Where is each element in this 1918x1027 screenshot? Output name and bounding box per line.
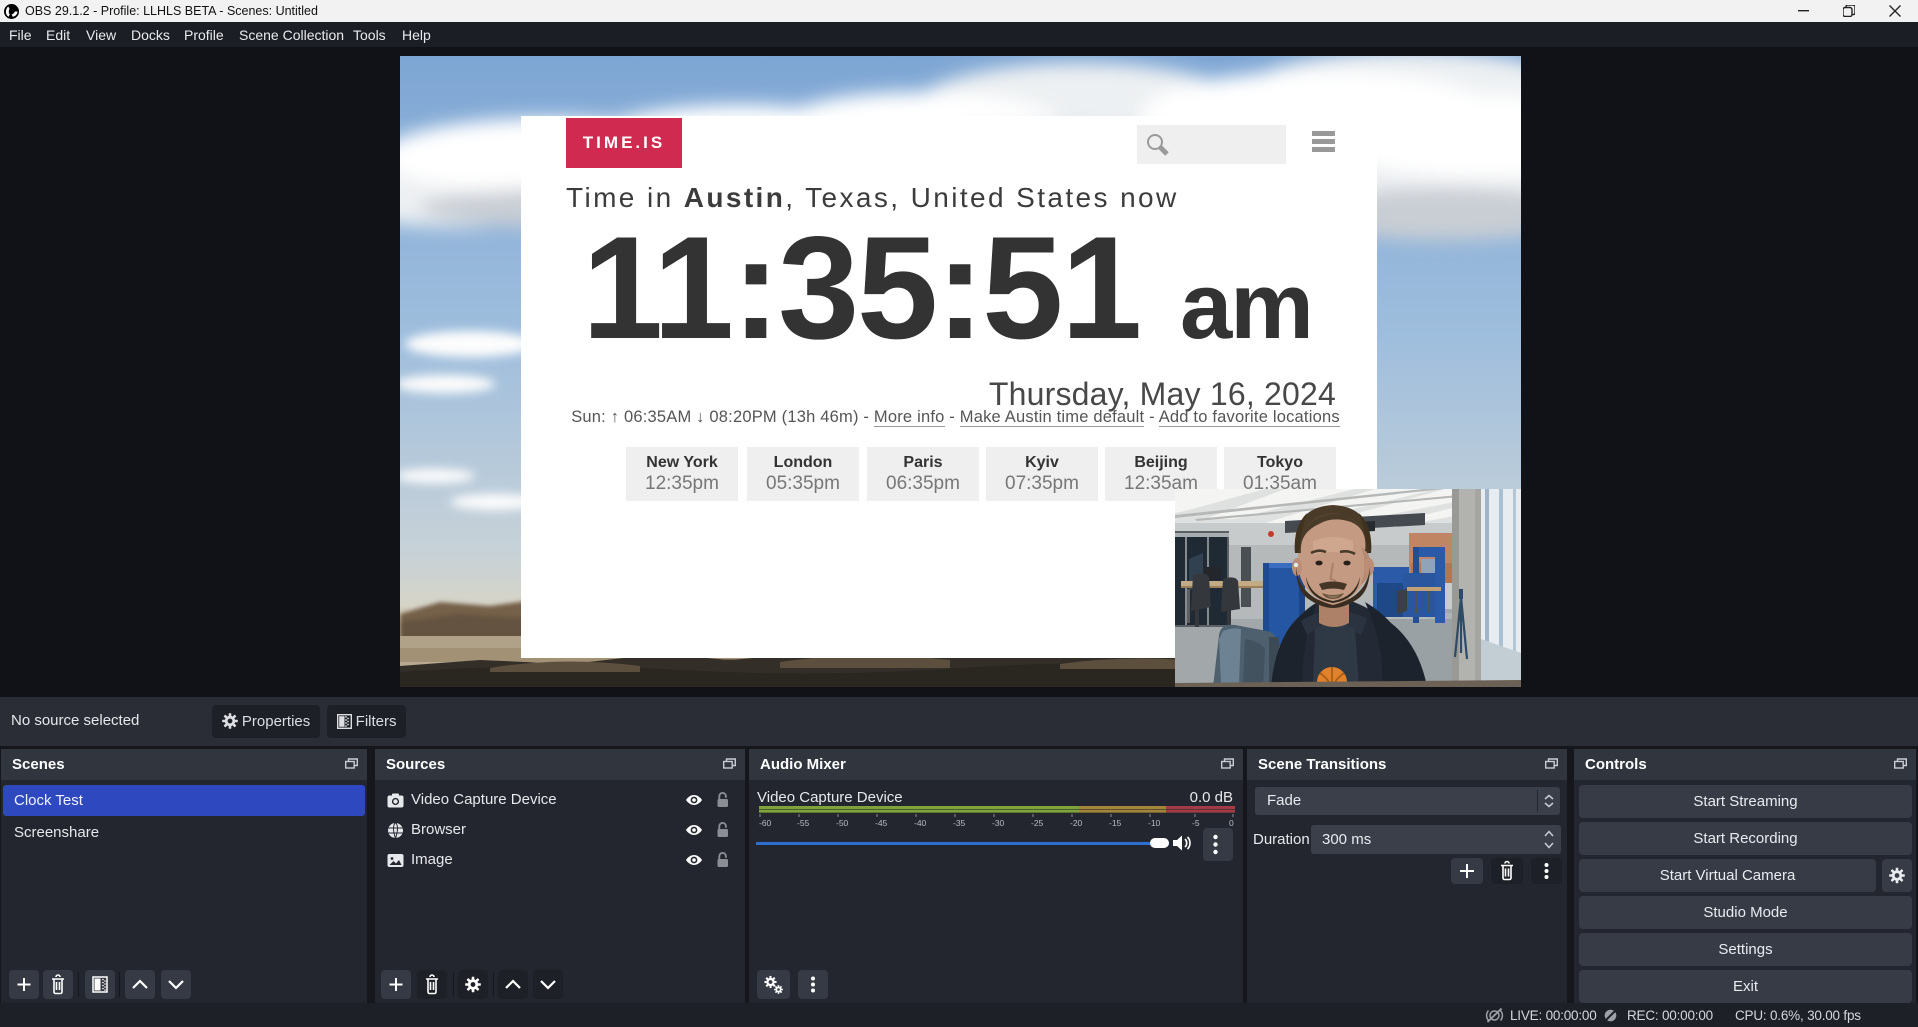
svg-text:-35: -35 [953,818,966,828]
svg-text:-25: -25 [1031,818,1044,828]
svg-text:-50: -50 [836,818,849,828]
svg-text:-5: -5 [1192,818,1200,828]
svg-text:-10: -10 [1148,818,1161,828]
svg-text:-45: -45 [875,818,888,828]
svg-text:0: 0 [1229,818,1234,828]
svg-text:-40: -40 [914,818,927,828]
svg-text:-30: -30 [992,818,1005,828]
svg-text:-20: -20 [1070,818,1083,828]
svg-text:-15: -15 [1109,818,1122,828]
svg-text:-55: -55 [797,818,810,828]
svg-text:-60: -60 [759,818,772,828]
